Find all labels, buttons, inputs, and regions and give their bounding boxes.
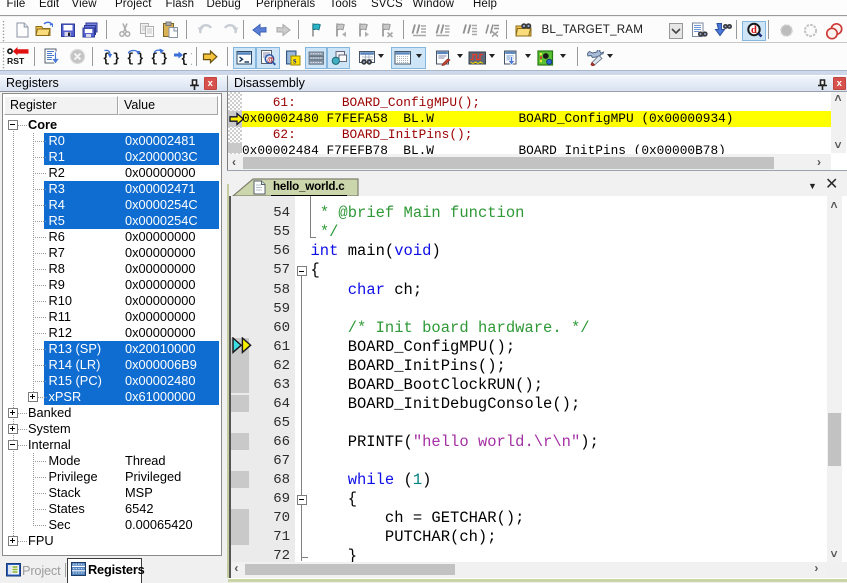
svg-text:{ }: { } [102, 52, 120, 65]
svg-text:d: d [751, 25, 757, 36]
svg-text:s: s [293, 55, 297, 65]
svg-text:RST: RST [7, 56, 25, 65]
svg-text:{ }: { } [126, 52, 144, 65]
svg-text:{ }: { } [180, 52, 192, 65]
svg-text:{ }: { } [150, 52, 168, 65]
